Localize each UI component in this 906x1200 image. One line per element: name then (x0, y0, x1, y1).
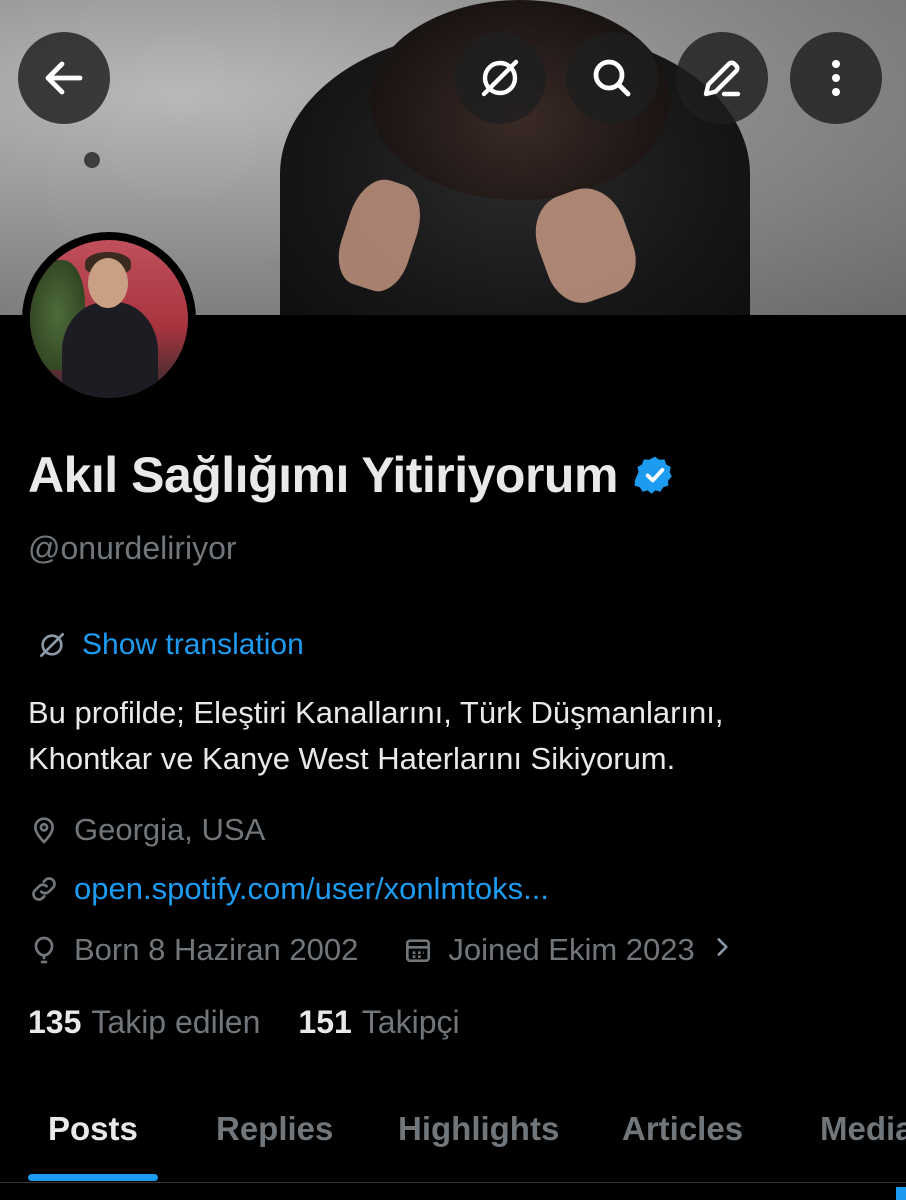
search-button[interactable] (566, 32, 658, 124)
birth-date: Born 8 Haziran 2002 (74, 932, 359, 967)
more-options-button[interactable] (790, 32, 882, 124)
avatar-face (88, 258, 128, 308)
location-pin-icon (33, 817, 55, 844)
followers-count: 151 (298, 1004, 352, 1040)
profile-page: Akıl Sağlığımı Yitiriyorum @onurdeliriyo… (0, 0, 906, 1200)
avatar[interactable] (22, 232, 196, 406)
translate-button[interactable] (454, 32, 546, 124)
bio-line: Bu profilde; Eleştiri Kanallarını, Türk … (28, 695, 724, 730)
banner-wall-spot (84, 152, 100, 168)
tabs-bottom-border (0, 1182, 906, 1200)
tab-replies[interactable]: Replies (216, 1110, 333, 1148)
translate-globe-icon (40, 633, 64, 657)
profile-bio: Bu profilde; Eleştiri Kanallarını, Türk … (28, 690, 888, 782)
search-icon (593, 59, 631, 97)
back-button[interactable] (18, 32, 110, 124)
user-handle: @onurdeliriyor (28, 530, 237, 566)
pencil-icon (703, 60, 741, 97)
show-translation-label[interactable]: Show translation (82, 628, 304, 662)
avatar-person (62, 302, 158, 398)
followers-label: Takipçi (361, 1004, 460, 1040)
following-label: Takip edilen (91, 1004, 261, 1040)
active-tab-indicator (28, 1174, 158, 1181)
following-stat[interactable]: 135 Takip edilen (28, 1004, 260, 1041)
more-vertical-icon (832, 60, 840, 96)
verified-badge-icon[interactable] (634, 454, 676, 496)
show-translation-link[interactable]: Show translation (36, 628, 304, 662)
joined-date: Joined Ekim 2023 (448, 932, 695, 967)
tab-media[interactable]: Media (820, 1110, 906, 1148)
avatar-photo (30, 240, 188, 398)
arrow-left-icon (45, 61, 83, 95)
location-text: Georgia, USA (74, 812, 266, 847)
tab-posts[interactable]: Posts (48, 1110, 138, 1148)
calendar-icon (406, 939, 431, 962)
website-link[interactable]: open.spotify.com/user/xonlmtoks... (74, 871, 549, 907)
chevron-right-icon[interactable] (709, 932, 735, 968)
website-row[interactable]: open.spotify.com/user/xonlmtoks... (28, 871, 549, 907)
display-name: Akıl Sağlığımı Yitiriyorum (28, 447, 618, 503)
follow-stats: 135 Takip edilen 151 Takipçi (28, 1004, 460, 1041)
link-icon (32, 877, 56, 901)
bio-line: Khontkar ve Kanye West Haterlarını Sikiy… (28, 741, 676, 776)
edit-button[interactable] (676, 32, 768, 124)
followers-stat[interactable]: 151 Takipçi (298, 1004, 459, 1041)
tab-highlights[interactable]: Highlights (398, 1110, 559, 1148)
scroll-indicator (896, 1187, 906, 1200)
translate-globe-icon (481, 59, 519, 97)
name-row: Akıl Sağlığımı Yitiriyorum (28, 446, 676, 504)
dates-row[interactable]: Born 8 Haziran 2002 Joined Ekim 2023 (28, 932, 735, 968)
balloon-icon (34, 936, 54, 964)
location-row: Georgia, USA (28, 812, 265, 848)
tab-articles[interactable]: Articles (622, 1110, 743, 1148)
following-count: 135 (28, 1004, 82, 1040)
